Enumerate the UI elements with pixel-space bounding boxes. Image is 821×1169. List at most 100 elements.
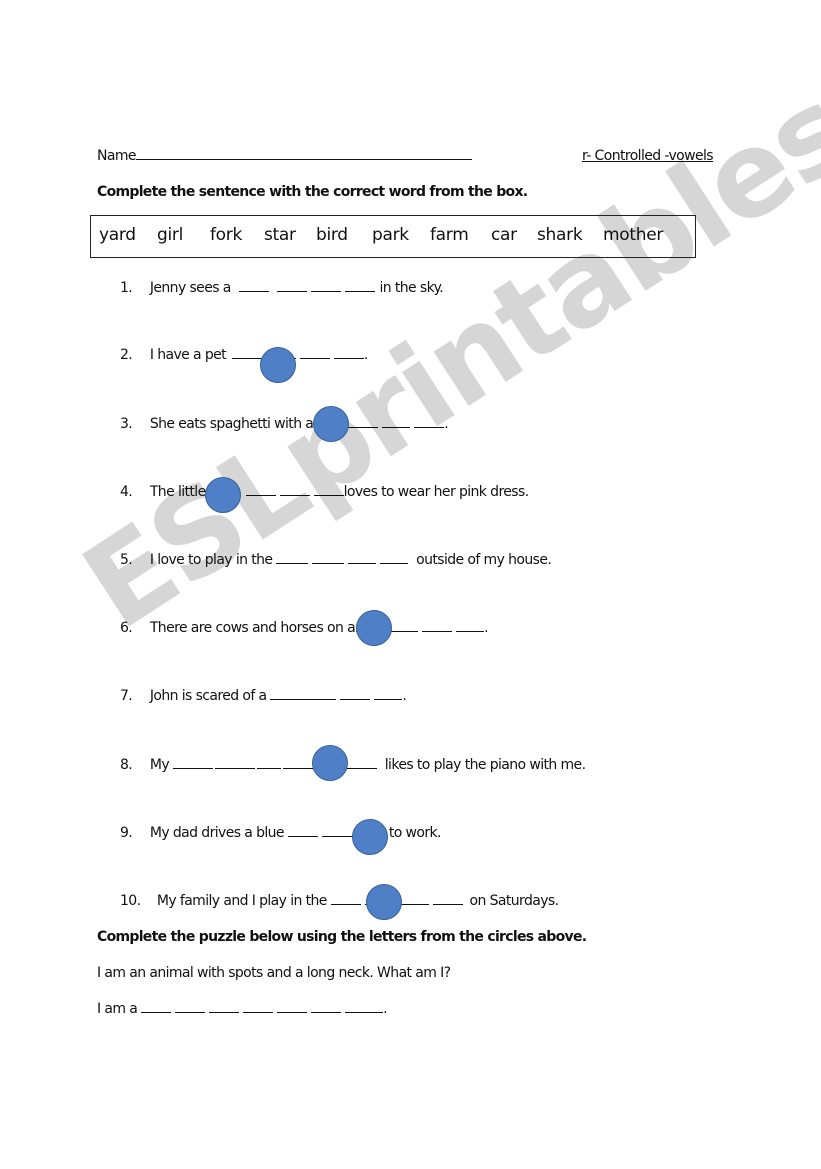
answer-letter-blank[interactable] xyxy=(345,1000,384,1013)
letter-blank[interactable] xyxy=(256,756,281,769)
letter-blank[interactable] xyxy=(279,483,310,496)
word-bank-item: girl xyxy=(157,225,184,245)
instructions-part2: Complete the puzzle below using the lett… xyxy=(97,929,587,945)
letter-blank[interactable] xyxy=(313,483,344,496)
sentence-text-before: My family and I play in the xyxy=(156,893,328,909)
word-bank-item: mother xyxy=(603,225,664,245)
sentence-text-after: . xyxy=(402,688,407,704)
sentence-text-after: . xyxy=(363,347,368,363)
word-bank-item: bird xyxy=(316,225,348,245)
letter-blank[interactable] xyxy=(432,892,463,905)
letter-blank[interactable] xyxy=(340,687,371,700)
letter-circle[interactable] xyxy=(205,477,241,513)
letter-blank[interactable] xyxy=(374,687,403,700)
letter-circle[interactable] xyxy=(312,745,348,781)
letter-blank[interactable] xyxy=(312,551,345,564)
sentence-text-after: loves to wear her pink dress. xyxy=(343,484,530,500)
sentence-text-after: . xyxy=(484,620,488,636)
name-label: Name xyxy=(97,148,137,164)
sentence-9: 9. My dad drives a blue to work. xyxy=(120,824,441,842)
letter-circle[interactable] xyxy=(356,610,392,646)
letter-blank[interactable] xyxy=(299,346,330,359)
letter-blank[interactable] xyxy=(276,551,309,564)
letter-blank[interactable] xyxy=(333,346,364,359)
sentence-4: 4. The little loves to wear her pink dres… xyxy=(120,483,529,501)
letter-blank[interactable] xyxy=(348,551,377,564)
sentence-3: 3. She eats spaghetti with a. xyxy=(120,415,449,433)
sentence-text-before: My dad drives a blue xyxy=(149,825,285,841)
sentence-number: 10. xyxy=(120,893,141,909)
answer-letter-blank[interactable] xyxy=(277,1000,308,1013)
sentence-text-after: to work. xyxy=(388,825,442,841)
sentence-text-after: on Saturdays. xyxy=(469,893,560,909)
sentence-10: 10. My family and I play in the on Satur… xyxy=(120,892,560,910)
letter-blank[interactable] xyxy=(344,279,375,292)
sentence-1: 1. Jenny sees a in the sky. xyxy=(120,279,444,297)
answer-line: I am a . xyxy=(97,1000,388,1018)
letter-blank[interactable] xyxy=(245,483,276,496)
word-bank-item: park xyxy=(372,225,409,245)
letter-blank[interactable] xyxy=(214,756,255,769)
letter-circle[interactable] xyxy=(260,347,296,383)
letter-blank[interactable] xyxy=(414,415,445,428)
word-bank: yard girl fork star bird park farm car s… xyxy=(90,215,696,258)
sentence-text-before: My xyxy=(149,757,170,773)
name-field[interactable] xyxy=(135,147,472,160)
word-bank-item: farm xyxy=(430,225,469,245)
word-bank-item: fork xyxy=(210,225,243,245)
sentence-5: 5. I love to play in the outside of my h… xyxy=(120,551,552,569)
sentence-text-before: There are cows and horses on a xyxy=(149,620,356,636)
letter-blank[interactable] xyxy=(172,756,213,769)
sentence-number: 4. xyxy=(120,484,133,500)
answer-letter-blank[interactable] xyxy=(175,1000,206,1013)
sentence-text-after: outside of my house. xyxy=(416,552,552,568)
sentence-number: 6. xyxy=(120,620,133,636)
sentence-2: 2. I have a pet . xyxy=(120,346,368,364)
sentence-7: 7. John is scared of a . xyxy=(120,687,407,705)
answer-letter-blank[interactable] xyxy=(141,1000,172,1013)
sentence-text-before: Jenny sees a xyxy=(149,280,231,296)
letter-blank[interactable] xyxy=(270,687,337,700)
topic-title: r- Controlled -vowels xyxy=(582,148,714,164)
sentence-text-before: She eats spaghetti with a xyxy=(149,416,314,432)
sentence-text-after: in the sky. xyxy=(379,280,444,296)
sentence-number: 2. xyxy=(120,347,133,363)
riddle-text: I am an animal with spots and a long nec… xyxy=(97,965,451,981)
letter-blank[interactable] xyxy=(231,346,262,359)
sentence-6: 6. There are cows and horses on a. xyxy=(120,619,489,637)
letter-blank[interactable] xyxy=(380,551,409,564)
instructions-part1: Complete the sentence with the correct w… xyxy=(97,184,528,200)
word-bank-item: yard xyxy=(99,225,136,245)
letter-blank[interactable] xyxy=(276,279,307,292)
sentence-number: 8. xyxy=(120,757,133,773)
answer-letter-blank[interactable] xyxy=(243,1000,274,1013)
sentence-8: 8. My likes to play the piano with me. xyxy=(120,756,586,774)
sentence-text-before: I have a pet xyxy=(149,347,227,363)
sentence-text-before: I love to play in the xyxy=(149,552,273,568)
word-bank-item: star xyxy=(264,225,296,245)
letter-blank[interactable] xyxy=(287,824,318,837)
letter-circle[interactable] xyxy=(352,819,388,855)
letter-blank[interactable] xyxy=(282,756,313,769)
word-bank-item: car xyxy=(491,225,517,245)
letter-circle[interactable] xyxy=(313,406,349,442)
sentence-number: 3. xyxy=(120,416,133,432)
sentence-number: 9. xyxy=(120,825,133,841)
letter-blank[interactable] xyxy=(350,415,379,428)
sentence-text-after: likes to play the piano with me. xyxy=(384,757,586,773)
letter-blank[interactable] xyxy=(330,892,361,905)
name-line: Name xyxy=(97,147,472,165)
letter-circle[interactable] xyxy=(366,884,402,920)
answer-letter-blank[interactable] xyxy=(311,1000,342,1013)
letter-blank[interactable] xyxy=(382,415,411,428)
sentence-text-before: John is scared of a xyxy=(149,688,267,704)
sentence-number: 5. xyxy=(120,552,133,568)
answer-letter-blank[interactable] xyxy=(209,1000,240,1013)
answer-suffix: . xyxy=(383,1001,387,1017)
letter-blank[interactable] xyxy=(456,619,485,632)
letter-blank[interactable] xyxy=(422,619,453,632)
sentence-number: 7. xyxy=(120,688,133,704)
sentence-number: 1. xyxy=(120,280,133,296)
letter-blank[interactable] xyxy=(310,279,341,292)
letter-blank[interactable] xyxy=(238,279,269,292)
